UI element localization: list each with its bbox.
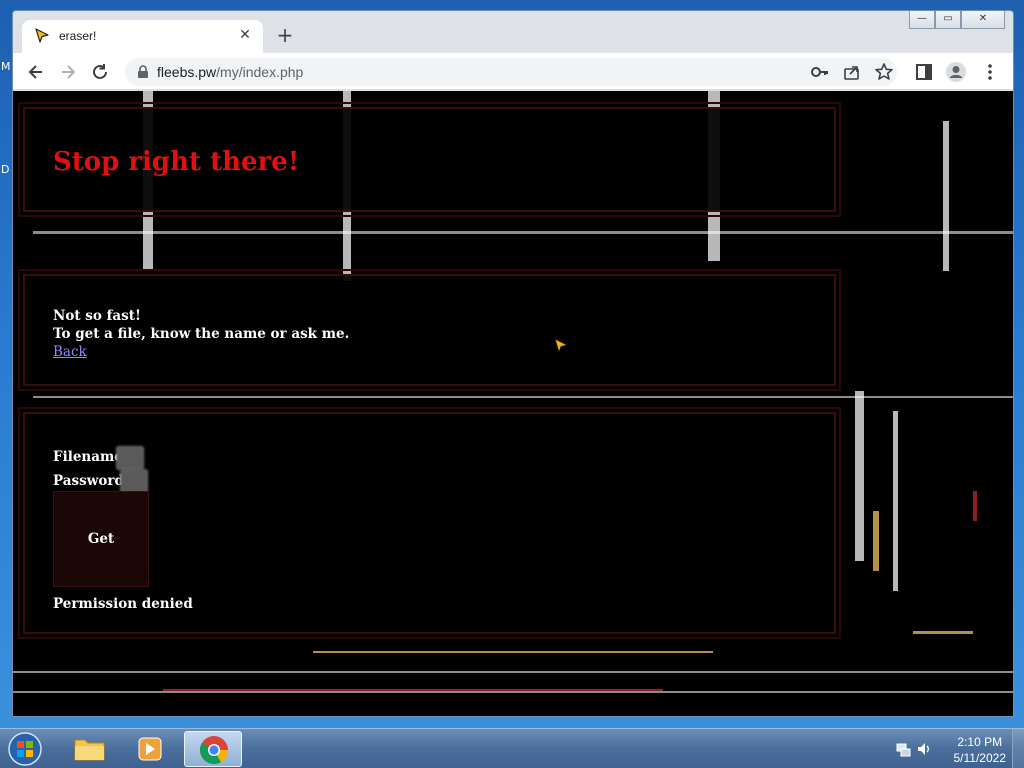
back-arrow-icon[interactable] bbox=[25, 61, 47, 83]
window-controls: — ▭ ✕ bbox=[909, 11, 1005, 29]
browser-window: eraser! ✕ + — ▭ ✕ fleebs.pw/my/index.php bbox=[12, 10, 1014, 717]
clock[interactable]: 2:10 PM 5/11/2022 bbox=[954, 734, 1007, 766]
key-icon[interactable] bbox=[809, 61, 831, 83]
profile-avatar-icon[interactable] bbox=[945, 61, 967, 83]
close-window-button[interactable]: ✕ bbox=[961, 11, 1005, 29]
taskbar-media-player[interactable] bbox=[122, 731, 180, 767]
page-title: Stop right there! bbox=[53, 147, 300, 177]
browser-tab[interactable]: eraser! ✕ bbox=[22, 20, 263, 53]
filename-input[interactable] bbox=[116, 446, 144, 470]
maximize-button[interactable]: ▭ bbox=[935, 11, 961, 29]
taskbar-explorer[interactable] bbox=[60, 731, 118, 767]
back-link[interactable]: Back bbox=[53, 344, 87, 360]
lock-icon[interactable] bbox=[135, 64, 151, 80]
tab-strip: eraser! ✕ + — ▭ ✕ bbox=[13, 11, 1013, 53]
taskbar-chrome[interactable] bbox=[184, 731, 242, 767]
system-tray: 2:10 PM 5/11/2022 bbox=[884, 729, 1024, 768]
menu-kebab-icon[interactable] bbox=[979, 61, 1001, 83]
message-line: To get a file, know the name or ask me. bbox=[53, 326, 350, 342]
share-icon[interactable] bbox=[841, 61, 863, 83]
show-desktop-button[interactable] bbox=[1012, 729, 1024, 768]
desktop-fragment: M bbox=[1, 60, 11, 73]
network-icon[interactable] bbox=[896, 741, 912, 757]
taskbar: 2:10 PM 5/11/2022 bbox=[0, 728, 1024, 768]
clock-date: 5/11/2022 bbox=[953, 751, 1007, 765]
bookmark-star-icon[interactable] bbox=[873, 61, 895, 83]
cursor-favicon-icon bbox=[35, 28, 49, 43]
desktop-fragment: D bbox=[1, 163, 10, 176]
chrome-icon bbox=[200, 736, 228, 764]
address-bar[interactable]: fleebs.pw/my/index.php bbox=[125, 58, 897, 86]
password-input[interactable] bbox=[120, 469, 148, 493]
url-path: /my/index.php bbox=[216, 64, 304, 80]
status-message: Permission denied bbox=[53, 596, 193, 612]
folder-icon bbox=[74, 739, 105, 761]
new-tab-button[interactable]: + bbox=[275, 25, 295, 45]
browser-toolbar: fleebs.pw/my/index.php bbox=[13, 53, 1013, 90]
minimize-button[interactable]: — bbox=[909, 11, 935, 29]
page-viewport: Stop right there! Not so fast! To get a … bbox=[13, 91, 1013, 716]
side-panel-icon[interactable] bbox=[913, 61, 935, 83]
reload-icon[interactable] bbox=[89, 61, 111, 83]
password-label: Password: bbox=[53, 473, 129, 489]
get-button[interactable]: Get bbox=[53, 491, 149, 587]
url-host: fleebs.pw bbox=[157, 64, 217, 80]
volume-icon[interactable] bbox=[916, 741, 932, 757]
tab-close-icon[interactable]: ✕ bbox=[237, 27, 253, 43]
message-panel: Not so fast! To get a file, know the nam… bbox=[18, 269, 841, 391]
start-button-icon[interactable] bbox=[6, 731, 44, 767]
message-line: Not so fast! bbox=[53, 308, 141, 324]
url-text: fleebs.pw/my/index.php bbox=[157, 64, 303, 80]
tab-title: eraser! bbox=[59, 29, 97, 43]
clock-time: 2:10 PM bbox=[957, 735, 1003, 749]
media-player-icon bbox=[138, 737, 162, 761]
forward-arrow-icon[interactable] bbox=[57, 61, 79, 83]
heading-panel: Stop right there! bbox=[18, 102, 841, 217]
mouse-cursor-icon bbox=[554, 338, 568, 353]
file-form-panel: Filename: Password: Get Permission denie… bbox=[18, 407, 841, 639]
